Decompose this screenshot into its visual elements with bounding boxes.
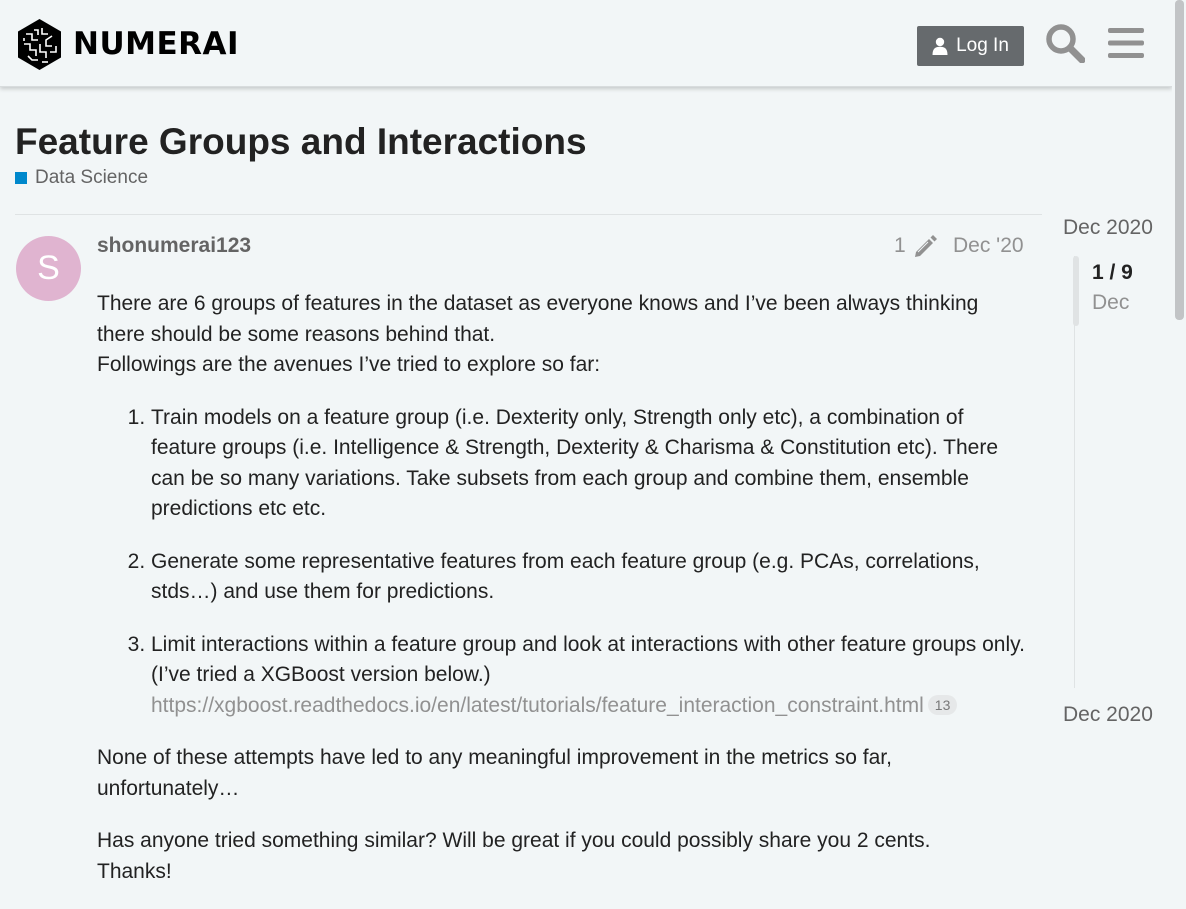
search-icon[interactable] <box>1045 23 1085 63</box>
category-badge[interactable]: Data Science <box>15 167 148 189</box>
post-paragraph: Has anyone tried something similar? Will… <box>97 826 1027 887</box>
edit-history-button[interactable]: 1 <box>894 234 938 258</box>
page-scrollbar[interactable] <box>1172 0 1186 879</box>
login-button[interactable]: Log In <box>917 26 1024 66</box>
category-label: Data Science <box>35 167 149 188</box>
intro-text-2: Followings are the avenues I’ve tried to… <box>97 353 601 376</box>
login-label: Log In <box>956 35 1009 56</box>
topic-divider <box>15 214 1042 215</box>
site-header: NUMERAI Log In <box>0 0 1172 87</box>
logo-text: NUMERAI <box>73 26 240 62</box>
numerai-logo[interactable]: NUMERAI <box>16 18 239 71</box>
post-date[interactable]: Dec '20 <box>953 234 1024 258</box>
timeline-position: 1 / 9 <box>1092 261 1133 284</box>
avatar[interactable]: S <box>16 236 81 301</box>
post-paragraph: None of these attempts have led to any m… <box>97 746 892 800</box>
post-paragraph: There are 6 groups of features in the da… <box>97 289 1027 381</box>
numerai-logo-icon <box>18 19 61 70</box>
xgboost-docs-link[interactable]: https://xgboost.readthedocs.io/en/latest… <box>151 694 924 717</box>
post-body: There are 6 groups of features in the da… <box>97 289 1027 909</box>
post-username[interactable]: shonumerai123 <box>97 234 251 258</box>
timeline-start-date[interactable]: Dec 2020 <box>1063 216 1153 240</box>
link-click-count: 13 <box>927 694 958 715</box>
edit-count: 1 <box>894 234 906 257</box>
list-item: Train models on a feature group (i.e. De… <box>151 403 1027 525</box>
user-icon <box>932 37 948 55</box>
topic-title[interactable]: Feature Groups and Interactions <box>15 120 587 164</box>
hamburger-menu-icon[interactable] <box>1108 26 1144 60</box>
pencil-icon <box>914 235 937 257</box>
outro-thanks: Thanks! <box>97 859 172 883</box>
intro-text-1: There are 6 groups of features in the da… <box>97 292 979 346</box>
timeline-end-date[interactable]: Dec 2020 <box>1063 703 1153 727</box>
category-color-swatch <box>15 172 27 184</box>
scrollbar-thumb[interactable] <box>1175 0 1184 320</box>
approaches-list: Train models on a feature group (i.e. De… <box>97 403 1027 722</box>
avatar-letter: S <box>37 249 60 287</box>
list-item: Generate some representative features fr… <box>151 547 1027 608</box>
list-item-text: Limit interactions within a feature grou… <box>151 632 1025 687</box>
timeline-current-month: Dec <box>1092 291 1130 314</box>
outro-text: Has anyone tried something similar? Will… <box>97 829 931 852</box>
timeline-handle[interactable] <box>1073 256 1079 326</box>
list-item: Limit interactions within a feature grou… <box>151 630 1027 722</box>
